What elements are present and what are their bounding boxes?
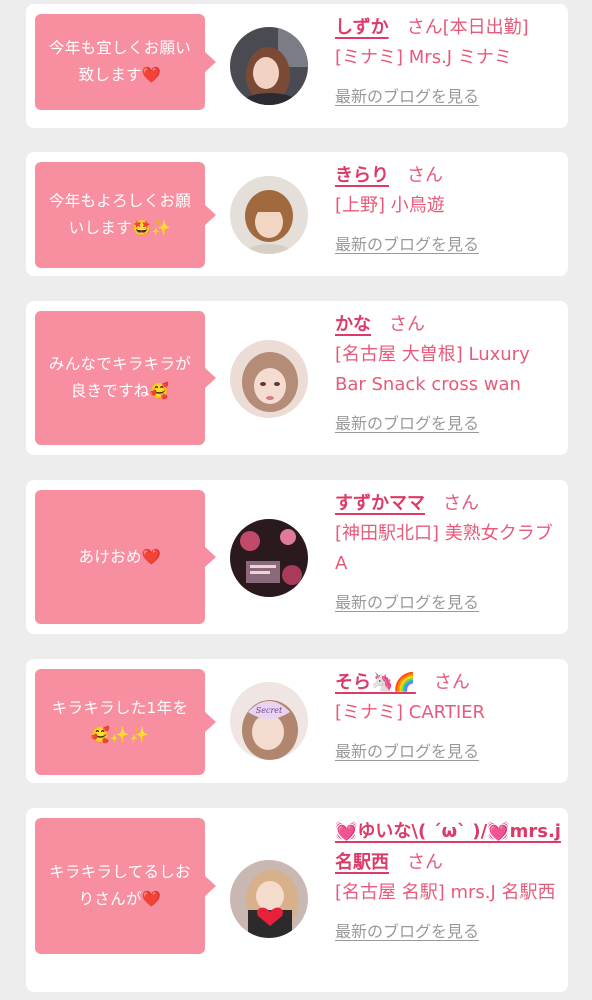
cast-name-link[interactable]: かな xyxy=(335,314,371,335)
honorific: さん xyxy=(443,493,479,514)
greeting-card: キラキラしてるしおりさんが❤️ 💓ゆいな\( ´ω` )/💓mrs.j名駅西 さん… xyxy=(26,808,568,992)
greeting-card: みんなでキラキラが良きですね🥰 かな さん [名古屋 大曽根] Luxury Ba… xyxy=(26,301,568,455)
message-bubble: キラキラしてるしおりさんが❤️ xyxy=(35,818,216,954)
message-bubble: 今年も宜しくお願い致します❤️ xyxy=(35,14,216,110)
work-status: [本日出勤] xyxy=(442,17,529,38)
greeting-card: あけおめ❤️ すずかママ さん [神田駅北口] 美熟女クラブA 最新のブログを見る xyxy=(26,480,568,634)
blog-link[interactable]: 最新のブログを見る xyxy=(335,83,479,107)
cast-name-link[interactable]: そら🦄🌈 xyxy=(335,672,416,693)
avatar-photo xyxy=(230,176,308,254)
name-row: すずかママ さん xyxy=(335,488,561,519)
name-row: 💓ゆいな\( ´ω` )/💓mrs.j名駅西 さん xyxy=(335,816,561,878)
avatar[interactable] xyxy=(230,340,308,418)
honorific: さん xyxy=(407,852,443,873)
message-text: あけおめ❤️ xyxy=(78,547,162,566)
avatar-photo xyxy=(230,27,308,105)
shop-name: [ミナミ] Mrs.J ミナミ xyxy=(335,47,512,68)
shop-name: [神田駅北口] 美熟女クラブA xyxy=(335,523,553,574)
cast-name-link[interactable]: 💓ゆいな\( ´ω` )/💓mrs.j名駅西 xyxy=(335,821,561,873)
shop-name: [名古屋 大曽根] Luxury Bar Snack cross wan xyxy=(335,344,530,395)
shop-name: [上野] 小鳥遊 xyxy=(335,195,445,216)
cast-info: 💓ゆいな\( ´ω` )/💓mrs.j名駅西 さん [名古屋 名駅] mrs.J … xyxy=(335,816,561,942)
message-text: 今年もよろしくお願いします🤩✨ xyxy=(48,192,192,237)
cast-name-link[interactable]: すずかママ xyxy=(335,493,425,514)
message-text: みんなでキラキラが良きですね🥰 xyxy=(48,355,192,400)
avatar[interactable] xyxy=(230,860,308,938)
blog-link[interactable]: 最新のブログを見る xyxy=(335,410,479,434)
blog-link[interactable]: 最新のブログを見る xyxy=(335,918,479,942)
avatar-photo xyxy=(230,340,308,418)
greeting-card: 今年も宜しくお願い致します❤️ しずか さん[本日出勤] [ミナミ] Mrs.J … xyxy=(26,4,568,128)
honorific: さん xyxy=(389,314,425,335)
shop-name: [ミナミ] CARTIER xyxy=(335,702,486,723)
name-row: しずか さん[本日出勤] xyxy=(335,12,561,43)
name-row: そら🦄🌈 さん xyxy=(335,667,561,698)
blog-link[interactable]: 最新のブログを見る xyxy=(335,231,479,255)
greeting-list: 今年も宜しくお願い致します❤️ しずか さん[本日出勤] [ミナミ] Mrs.J … xyxy=(0,0,592,1000)
message-bubble: みんなでキラキラが良きですね🥰 xyxy=(35,311,216,445)
avatar[interactable] xyxy=(230,519,308,597)
name-row: きらり さん xyxy=(335,160,561,191)
cast-name-link[interactable]: きらり xyxy=(335,165,389,186)
cast-info: そら🦄🌈 さん [ミナミ] CARTIER 最新のブログを見る xyxy=(335,667,561,762)
blog-link[interactable]: 最新のブログを見る xyxy=(335,589,479,613)
greeting-card: 今年もよろしくお願いします🤩✨ きらり さん [上野] 小鳥遊 最新のブログを見る xyxy=(26,152,568,276)
avatar-photo xyxy=(230,860,308,938)
message-text: キラキラしてるしおりさんが❤️ xyxy=(49,863,191,908)
cast-info: きらり さん [上野] 小鳥遊 最新のブログを見る xyxy=(335,160,561,255)
cast-info: すずかママ さん [神田駅北口] 美熟女クラブA 最新のブログを見る xyxy=(335,488,561,613)
message-bubble: 今年もよろしくお願いします🤩✨ xyxy=(35,162,216,268)
svg-text:Secret: Secret xyxy=(256,706,283,715)
avatar-photo xyxy=(230,519,308,597)
message-text: 今年も宜しくお願い致します❤️ xyxy=(48,39,192,84)
honorific: さん xyxy=(406,17,443,38)
cast-info: しずか さん[本日出勤] [ミナミ] Mrs.J ミナミ 最新のブログを見る xyxy=(335,12,561,107)
cast-name-link[interactable]: しずか xyxy=(335,17,389,38)
avatar[interactable] xyxy=(230,176,308,254)
cast-info: かな さん [名古屋 大曽根] Luxury Bar Snack cross wa… xyxy=(335,309,561,434)
greeting-card: キラキラした1年を🥰✨✨ Secret そら🦄🌈 さん [ミナミ] CARTIER… xyxy=(26,659,568,783)
avatar-photo: Secret xyxy=(230,682,308,760)
name-row: かな さん xyxy=(335,309,561,340)
avatar[interactable] xyxy=(230,27,308,105)
message-text: キラキラした1年を🥰✨✨ xyxy=(51,699,189,744)
blog-link[interactable]: 最新のブログを見る xyxy=(335,738,479,762)
honorific: さん xyxy=(433,672,470,693)
shop-name: [名古屋 名駅] mrs.J 名駅西 xyxy=(335,882,556,903)
avatar[interactable]: Secret xyxy=(230,682,308,760)
message-bubble: キラキラした1年を🥰✨✨ xyxy=(35,669,216,775)
honorific: さん xyxy=(407,165,443,186)
message-bubble: あけおめ❤️ xyxy=(35,490,216,624)
